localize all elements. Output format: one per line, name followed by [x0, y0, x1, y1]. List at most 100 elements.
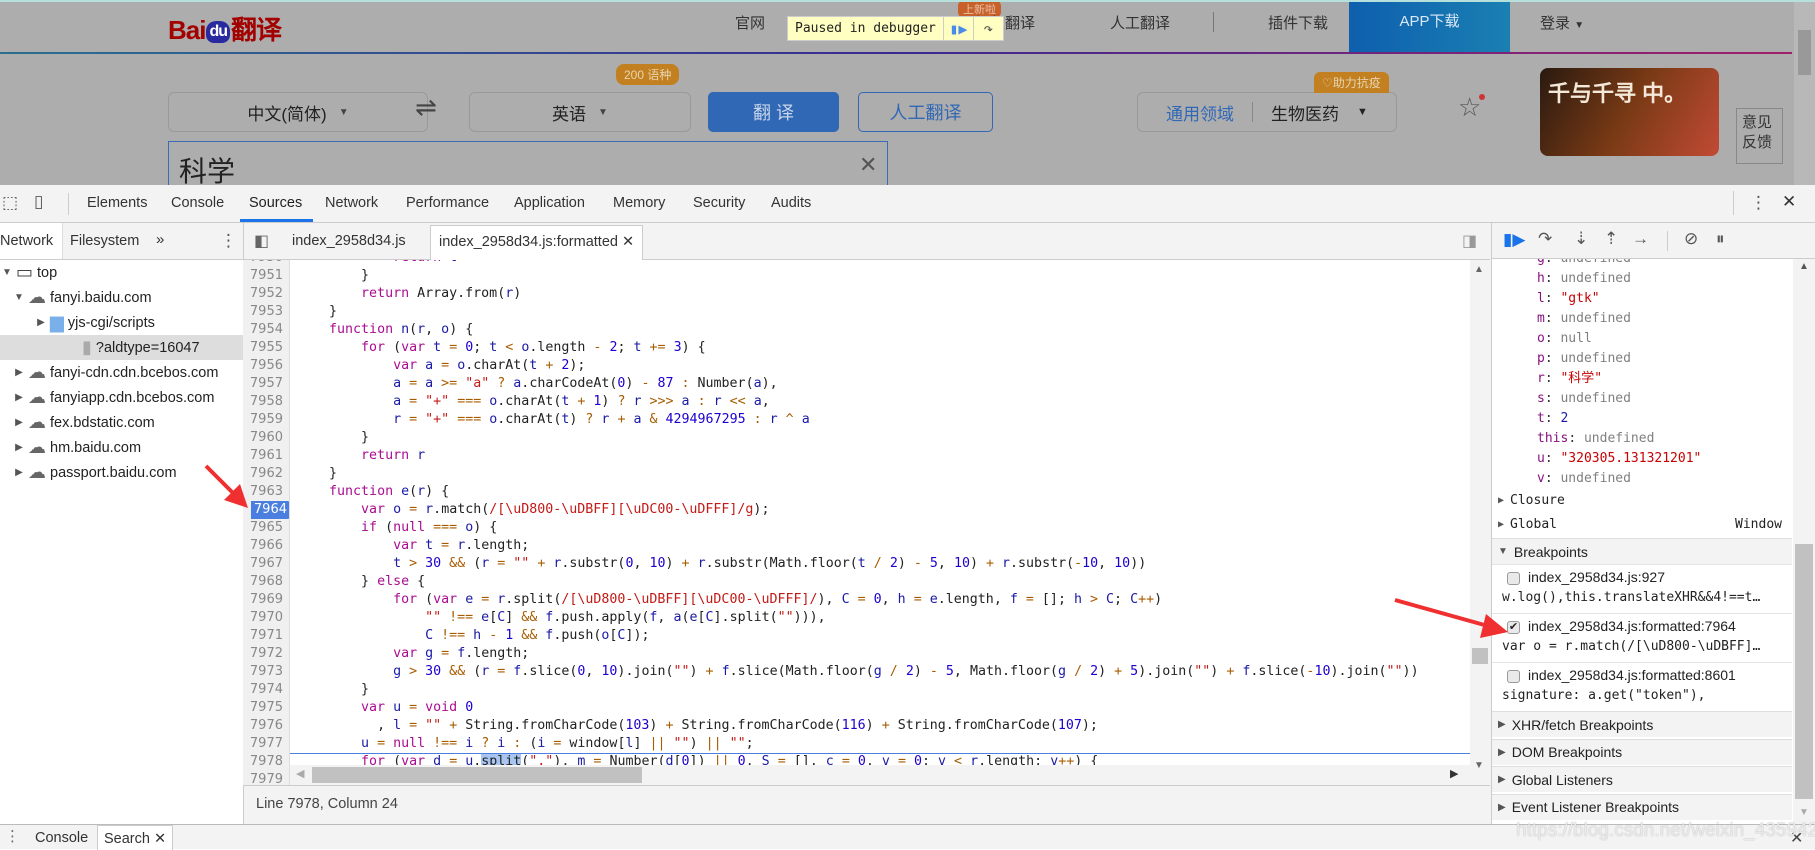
scope-variable[interactable]: this: undefined [1537, 429, 1654, 449]
arrow-right-icon[interactable]: ▶ [34, 317, 48, 328]
code-line[interactable]: } [297, 465, 337, 483]
target-language-select[interactable]: 英语 ▼ [469, 92, 691, 132]
tab-application[interactable]: Application [514, 195, 585, 211]
drawer-menu-icon[interactable]: ⋮ [5, 827, 20, 845]
code-line[interactable]: function e(r) { [297, 483, 449, 501]
translate-button[interactable]: 翻 译 [708, 92, 839, 132]
tab-elements[interactable]: Elements [87, 195, 147, 211]
spirited-away-banner[interactable]: 千与千寻 中。 [1540, 68, 1719, 156]
code-line[interactable]: var o = r.match(/[\uD800-\uDBFF][\uDC00-… [297, 501, 769, 519]
horizontal-scrollbar[interactable]: ◀ ▶ [290, 765, 1470, 785]
code-line[interactable]: g > 30 && (r = f.slice(0, 10).join("") +… [297, 663, 1419, 681]
code-line[interactable]: var u = void 0 [297, 699, 473, 717]
app-download-button[interactable]: APP下载 [1349, 2, 1510, 53]
line-number[interactable]: 7956 [250, 357, 283, 375]
code-line[interactable]: t > 30 && (r = "" + r.substr(0, 10) + r.… [297, 555, 1146, 573]
resume-icon[interactable]: ▮▶ [1503, 230, 1525, 250]
code-line[interactable]: } [297, 267, 369, 285]
line-number[interactable]: 7958 [250, 393, 283, 411]
line-number[interactable]: 7970 [250, 609, 283, 627]
horizontal-scrollbar-thumb[interactable] [312, 767, 642, 783]
editor-tab-active[interactable]: index_2958d34.js:formatted ✕ [430, 225, 644, 260]
tab-audits[interactable]: Audits [771, 195, 811, 211]
tree-item[interactable]: ▶ ☁ fanyiapp.cdn.bcebos.com [0, 385, 243, 410]
arrow-down-icon[interactable]: ▼ [12, 292, 26, 303]
step-into-icon[interactable]: ⇣ [1574, 229, 1588, 249]
closure-section[interactable]: ▶ Closure [1492, 487, 1792, 513]
vertical-scrollbar-thumb[interactable] [1472, 648, 1488, 664]
code-line[interactable]: } [297, 303, 337, 321]
arrow-down-icon[interactable]: ▼ [0, 267, 14, 278]
editor-tab[interactable]: index_2958d34.js [292, 233, 406, 249]
swap-languages-icon[interactable]: ⇌ [415, 92, 437, 123]
pause-on-exceptions-icon[interactable]: ⏸ [1716, 229, 1725, 249]
line-number[interactable]: 7971 [250, 627, 283, 645]
line-number[interactable]: 7962 [250, 465, 283, 483]
tree-item[interactable]: ▶ ☁ hm.baidu.com [0, 435, 243, 460]
breakpoint-checkbox[interactable] [1507, 572, 1520, 585]
line-number[interactable]: 7953 [250, 303, 283, 321]
section-event-listener-breakpoints[interactable]: ▶ Event Listener Breakpoints [1492, 793, 1792, 820]
line-number[interactable]: 7959 [250, 411, 283, 429]
code-line[interactable]: for (var e = r.split(/[\uD800-\uDBFF][\u… [297, 591, 1162, 609]
line-number[interactable]: 7955 [250, 339, 283, 357]
code-line[interactable]: } else { [297, 573, 425, 591]
vertical-scrollbar[interactable]: ▲ ▼ [1470, 260, 1490, 785]
tree-item[interactable]: ▶ ☁ fanyi-cdn.cdn.bcebos.com [0, 360, 243, 385]
tree-item[interactable]: ▶ ▆ yjs-cgi/scripts [0, 310, 243, 335]
scope-variable[interactable]: s: undefined [1537, 389, 1631, 409]
step-out-icon[interactable]: ⇡ [1604, 229, 1618, 249]
code-editor[interactable]: return t } return Array.from(r) } functi… [290, 260, 1470, 785]
section-dom-breakpoints[interactable]: ▶ DOM Breakpoints [1492, 738, 1792, 765]
favorites-folder-icon[interactable]: ☆ [1458, 92, 1486, 123]
tab-network[interactable]: Network [325, 195, 378, 211]
tab-performance[interactable]: Performance [406, 195, 489, 211]
toggle-navigator-icon[interactable]: ◧ [254, 231, 269, 251]
code-line[interactable]: r = "+" === o.charAt(t) ? r + a & 429496… [297, 411, 810, 429]
nav-human-translate[interactable]: 人工翻译 [1110, 12, 1170, 33]
breakpoint-item[interactable]: index_2958d34.js:927 w.log(),this.transla… [1492, 564, 1792, 613]
scroll-down-icon[interactable]: ▼ [1474, 760, 1484, 771]
tab-console[interactable]: Console [171, 195, 224, 211]
code-line[interactable]: return t [297, 260, 457, 267]
navigator-tab-filesystem[interactable]: Filesystem [70, 233, 139, 249]
code-line[interactable]: } [297, 429, 369, 447]
arrow-right-icon[interactable]: ▶ [12, 417, 26, 428]
line-number[interactable]: 7961 [250, 447, 283, 465]
code-line[interactable]: u = null !== i ? i : (i = window[l] || "… [297, 735, 754, 753]
line-number[interactable]: 7952 [250, 285, 283, 303]
scope-variable[interactable]: h: undefined [1537, 269, 1631, 289]
domain-select[interactable]: 通用领域 生物医药 ▼ [1137, 92, 1397, 132]
feedback-button[interactable]: 意见反馈 [1736, 108, 1783, 164]
line-number[interactable]: 7957 [250, 375, 283, 393]
scope-variable[interactable]: u: "320305.131321201" [1537, 449, 1701, 469]
scroll-right-icon[interactable]: ▶ [1450, 767, 1458, 780]
scope-variable[interactable]: o: null [1537, 329, 1592, 349]
line-number[interactable]: 7950 [250, 260, 283, 267]
drawer-tab-search[interactable]: Search ✕ [97, 825, 174, 850]
navigator-tab-network[interactable]: Network [0, 223, 63, 259]
tree-item[interactable]: ▮ ?aldtype=16047 [0, 335, 243, 360]
step-icon[interactable]: → [1632, 229, 1649, 249]
human-translate-button[interactable]: 人工翻译 [858, 92, 993, 132]
global-section[interactable]: ▶ Global Window [1492, 511, 1792, 537]
sidebar-scrollbar-thumb[interactable] [1795, 544, 1813, 799]
code-line[interactable]: var t = r.length; [297, 537, 529, 555]
breakpoint-item[interactable]: index_2958d34.js:formatted:8601 signature… [1492, 662, 1792, 711]
source-text-input[interactable]: 科学 ✕ [168, 141, 888, 185]
resume-button[interactable]: ▮▶ [942, 17, 973, 40]
code-line[interactable]: if (null === o) { [297, 519, 497, 537]
close-devtools-icon[interactable]: ✕ [1782, 192, 1796, 212]
source-language-select[interactable]: 中文(简体) ▼ [168, 92, 428, 132]
line-number[interactable]: 7963 [250, 483, 283, 501]
close-tab-icon[interactable]: ✕ [622, 234, 634, 250]
more-options-icon[interactable]: ⋮ [1750, 193, 1767, 213]
login-link[interactable]: 登录 ▼ [1540, 12, 1584, 33]
scope-variable[interactable]: v: undefined [1537, 469, 1631, 489]
line-number[interactable]: 7977 [250, 735, 283, 753]
scope-variable[interactable]: g: undefined [1537, 259, 1631, 269]
code-line[interactable]: "" !== e[C] && f.push.apply(f, a(e[C].sp… [297, 609, 826, 627]
code-line[interactable]: function n(r, o) { [297, 321, 473, 339]
code-line[interactable]: return r [297, 447, 425, 465]
scroll-left-icon[interactable]: ◀ [296, 767, 304, 780]
